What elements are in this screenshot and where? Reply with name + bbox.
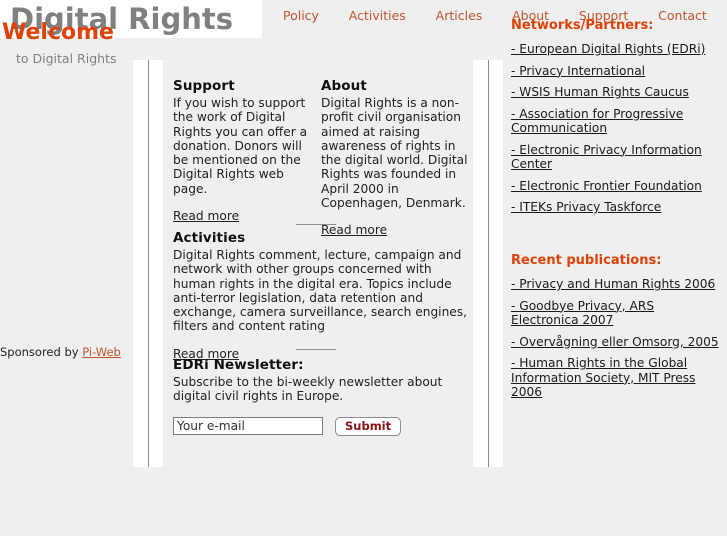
list-item: - Goodbye Privacy, ARS Electronica 2007 <box>511 299 723 328</box>
network-link-apc[interactable]: - Association for Progressive Communicat… <box>511 107 683 136</box>
publications-heading: Recent publications: <box>511 253 662 268</box>
section-separator-2 <box>296 349 336 350</box>
network-link-privacy-international[interactable]: - Privacy International <box>511 64 645 78</box>
support-body: If you wish to support the work of Digit… <box>173 96 308 196</box>
list-item: - Association for Progressive Communicat… <box>511 107 723 136</box>
list-item: - Electronic Privacy Information Center <box>511 143 723 172</box>
support-read-more-link[interactable]: Read more <box>173 209 239 223</box>
newsletter-form: Submit <box>173 416 469 436</box>
list-item: - Privacy International <box>511 64 723 79</box>
list-item: - Privacy and Human Rights 2006 <box>511 277 723 292</box>
network-link-iteks[interactable]: - ITEKs Privacy Taskforce <box>511 200 661 214</box>
list-item: - ITEKs Privacy Taskforce <box>511 200 723 215</box>
page-bottom-strip <box>0 536 727 545</box>
networks-link-list: - European Digital Rights (EDRi) - Priva… <box>511 42 723 215</box>
activities-body: Digital Rights comment, lecture, campaig… <box>173 248 468 334</box>
about-heading: About <box>321 78 367 94</box>
list-item: - Overvågning eller Omsorg, 2005 <box>511 335 723 350</box>
list-item: - WSIS Human Rights Caucus <box>511 85 723 100</box>
publication-link-goodbye-privacy[interactable]: - Goodbye Privacy, ARS Electronica 2007 <box>511 299 654 328</box>
publications-link-list: - Privacy and Human Rights 2006 - Goodby… <box>511 277 723 400</box>
newsletter-heading: EDRi Newsletter: <box>173 357 304 373</box>
newsletter-email-input[interactable] <box>173 417 323 436</box>
publication-link-human-rights-gis[interactable]: - Human Rights in the Global Information… <box>511 356 695 399</box>
nav-item-activities[interactable]: Activities <box>349 8 406 23</box>
network-link-wsis[interactable]: - WSIS Human Rights Caucus <box>511 85 689 99</box>
networks-heading: Networks/Partners: <box>511 18 654 33</box>
network-link-eff[interactable]: - Electronic Frontier Foundation <box>511 179 702 193</box>
nav-item-policy[interactable]: Policy <box>283 8 319 23</box>
section-separator-1 <box>296 224 336 225</box>
section-activities: Activities Digital Rights comment, lectu… <box>173 230 469 361</box>
publication-link-phr-2006[interactable]: - Privacy and Human Rights 2006 <box>511 277 715 291</box>
list-item: - Human Rights in the Global Information… <box>511 356 723 400</box>
about-body: Digital Rights is a non-profit civil org… <box>321 96 468 211</box>
nav-item-articles[interactable]: Articles <box>436 8 483 23</box>
support-heading: Support <box>173 78 235 94</box>
network-link-epic[interactable]: - Electronic Privacy Information Center <box>511 143 702 172</box>
network-link-edri[interactable]: - European Digital Rights (EDRi) <box>511 42 705 56</box>
list-item: - Electronic Frontier Foundation <box>511 179 723 194</box>
section-about: About Digital Rights is a non-profit civ… <box>321 78 469 237</box>
sidebar-recent-publications: Recent publications: - Privacy and Human… <box>511 253 723 400</box>
publication-link-overvaagning[interactable]: - Overvågning eller Omsorg, 2005 <box>511 335 719 349</box>
section-support: Support If you wish to support the work … <box>173 78 313 223</box>
section-newsletter: EDRi Newsletter: Subscribe to the bi-wee… <box>173 357 469 436</box>
newsletter-body: Subscribe to the bi-weekly newsletter ab… <box>173 375 443 404</box>
newsletter-submit-button[interactable]: Submit <box>335 416 402 436</box>
activities-heading: Activities <box>173 230 246 246</box>
list-item: - European Digital Rights (EDRi) <box>511 42 723 57</box>
sidebar-networks-partners: Networks/Partners: - European Digital Ri… <box>511 18 723 215</box>
welcome-title: Welcome <box>2 20 114 45</box>
